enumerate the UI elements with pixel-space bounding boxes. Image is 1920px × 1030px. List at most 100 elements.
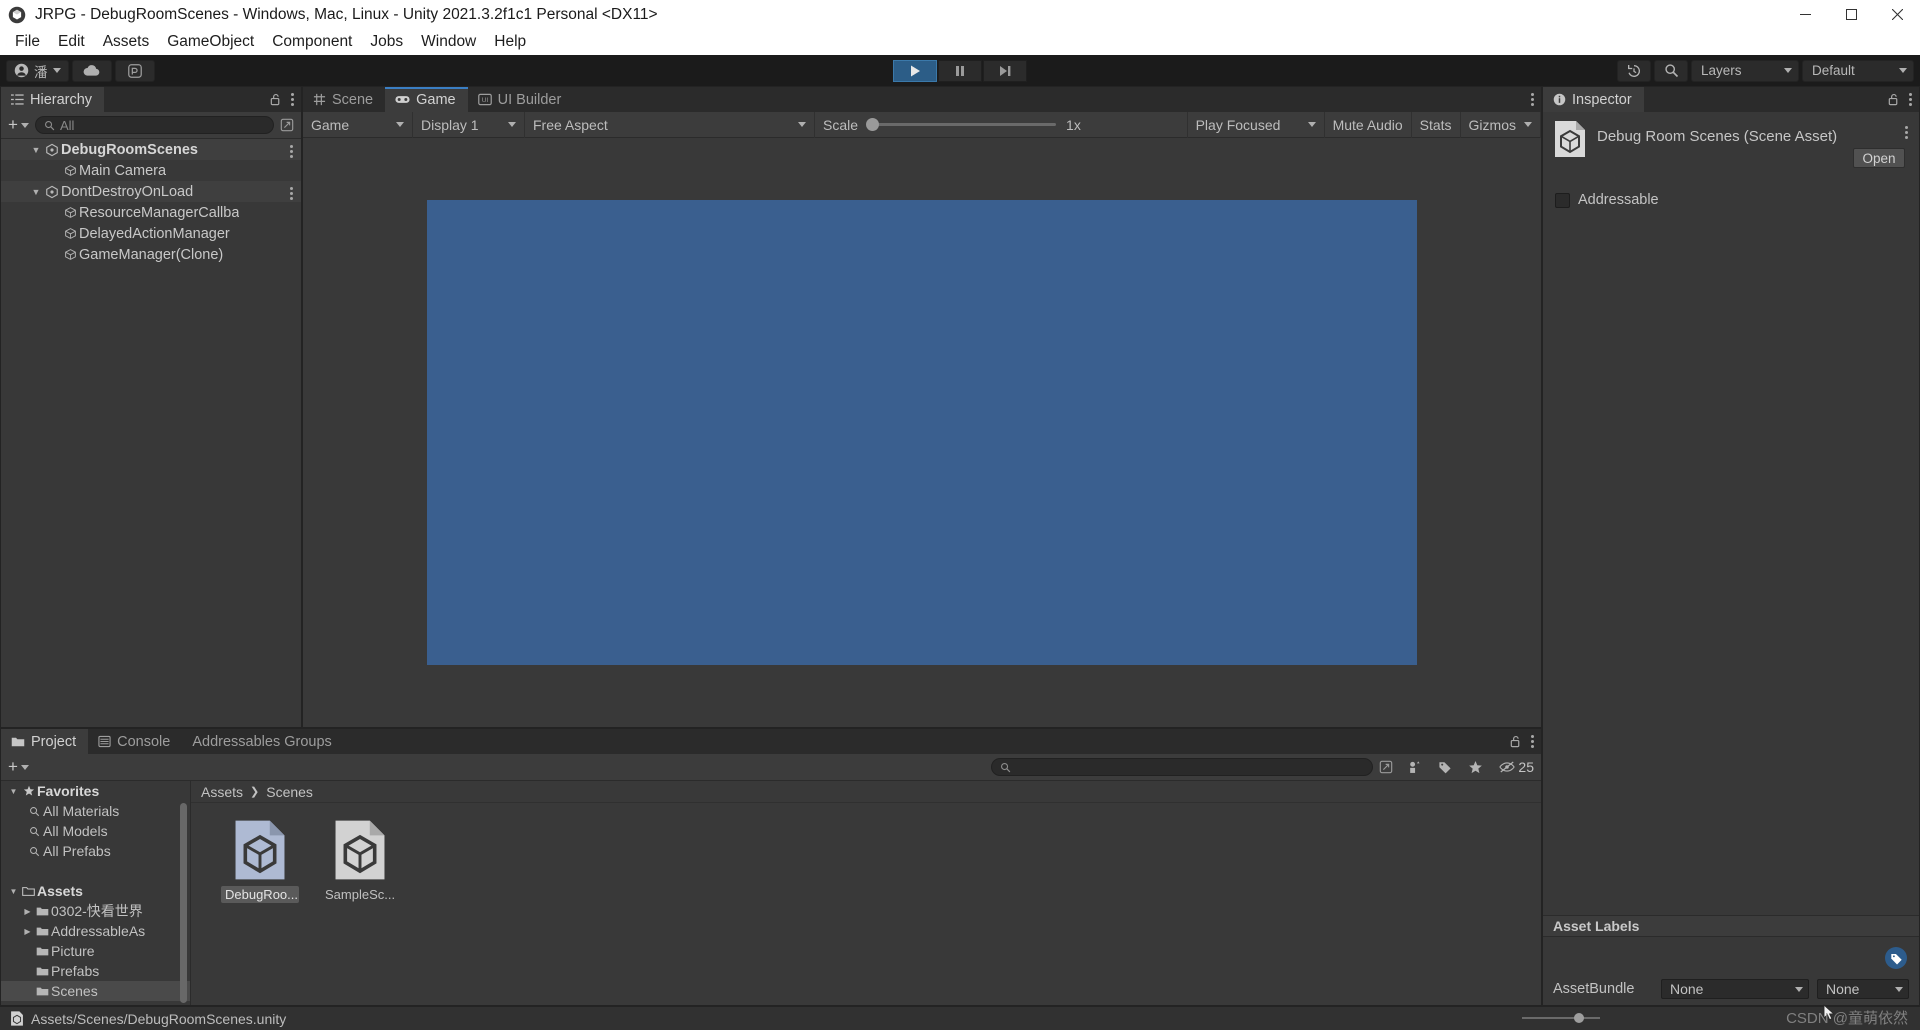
account-button[interactable]: 潘	[6, 59, 69, 82]
kebab-menu-icon[interactable]	[1531, 733, 1535, 750]
breadcrumb-scenes[interactable]: Scenes	[266, 784, 313, 800]
breadcrumb-assets[interactable]: Assets	[201, 784, 243, 800]
tree-item-all-materials[interactable]: All Materials	[1, 801, 190, 821]
hierarchy-row-main-camera[interactable]: Main Camera	[1, 160, 301, 181]
star-icon[interactable]	[1468, 760, 1483, 775]
tab-ui-builder[interactable]: UI UI Builder	[468, 87, 574, 112]
tab-project[interactable]: Project	[1, 729, 89, 754]
collab-button[interactable]	[114, 59, 155, 82]
asset-cell-samplescene[interactable]: SampleSc...	[321, 819, 399, 903]
hierarchy-toolbar: + All	[1, 112, 301, 139]
game-view-canvas[interactable]	[303, 138, 1541, 727]
close-button[interactable]	[1874, 0, 1920, 29]
maximize-button[interactable]	[1828, 0, 1874, 29]
pause-icon	[956, 65, 964, 76]
twisty-expanded-icon[interactable]: ▼	[7, 887, 20, 896]
hierarchy-row-resourcemanagercallback[interactable]: ResourceManagerCallba	[1, 202, 301, 223]
filter-label-icon[interactable]	[1438, 760, 1452, 774]
tab-console[interactable]: Console	[88, 729, 182, 754]
scale-slider-handle[interactable]	[866, 118, 880, 131]
aspect-dropdown[interactable]: Free Aspect	[525, 111, 815, 138]
kebab-menu-icon[interactable]	[1905, 124, 1909, 141]
pause-button[interactable]	[938, 59, 982, 82]
hierarchy-add-button[interactable]: +	[8, 115, 29, 135]
tree-item-picture[interactable]: Picture	[1, 941, 190, 961]
mute-audio-toggle[interactable]: Mute Audio	[1325, 111, 1412, 138]
tree-item-assets[interactable]: ▼ Assets	[1, 881, 190, 901]
tab-hierarchy[interactable]: Hierarchy	[1, 87, 105, 112]
assetbundle-variant-dropdown[interactable]: None	[1817, 979, 1909, 999]
tree-item-all-models[interactable]: All Models	[1, 821, 190, 841]
history-button[interactable]	[1617, 59, 1651, 82]
picker-icon[interactable]	[1379, 760, 1393, 774]
gizmos-dropdown[interactable]: Gizmos	[1461, 111, 1541, 138]
menu-assets[interactable]: Assets	[94, 31, 159, 53]
layers-dropdown[interactable]: Layers	[1691, 59, 1799, 82]
tree-item-0302[interactable]: ▶ 0302-快看世界	[1, 901, 190, 921]
hierarchy-row-delayedactionmanager[interactable]: DelayedActionManager	[1, 223, 301, 244]
menu-window[interactable]: Window	[412, 31, 485, 53]
stats-toggle[interactable]: Stats	[1412, 111, 1461, 138]
zoom-slider-handle[interactable]	[1574, 1013, 1584, 1023]
project-search-input[interactable]	[991, 758, 1374, 776]
tree-item-prefabs[interactable]: Prefabs	[1, 961, 190, 981]
filter-type-icon[interactable]	[1407, 760, 1422, 775]
tab-game[interactable]: Game	[385, 87, 468, 112]
tree-item-favorites[interactable]: ▼ Favorites	[1, 781, 190, 801]
tree-item-addressableassets[interactable]: ▶ AddressableAs	[1, 921, 190, 941]
lock-open-icon[interactable]	[269, 93, 282, 106]
asset-cell-debugroomscenes[interactable]: DebugRoo...	[221, 819, 299, 903]
hidden-assets-counter[interactable]: 25	[1499, 759, 1534, 775]
project-tree-scrollbar[interactable]	[179, 785, 188, 1003]
tree-item-all-prefabs[interactable]: All Prefabs	[1, 841, 190, 861]
kebab-menu-icon[interactable]	[290, 185, 294, 202]
kebab-menu-icon[interactable]	[1531, 91, 1535, 108]
asset-zoom-slider[interactable]	[1522, 1012, 1600, 1024]
layout-dropdown[interactable]: Default	[1802, 59, 1914, 82]
tab-addressables-groups[interactable]: Addressables Groups	[182, 729, 343, 754]
lock-open-icon[interactable]	[1887, 93, 1900, 106]
display-dropdown[interactable]: Display 1	[413, 111, 525, 138]
step-button[interactable]	[983, 59, 1027, 82]
menu-component[interactable]: Component	[263, 31, 361, 53]
lock-open-icon[interactable]	[1509, 735, 1522, 748]
play-button[interactable]	[893, 59, 937, 82]
kebab-menu-icon[interactable]	[291, 91, 295, 108]
scale-slider-group[interactable]: Scale 1x	[815, 112, 1187, 138]
kebab-menu-icon[interactable]	[1909, 91, 1913, 108]
hierarchy-row-gamemanager-clone[interactable]: GameManager(Clone)	[1, 244, 301, 265]
twisty-collapsed-icon[interactable]: ▶	[21, 927, 34, 936]
game-target-dropdown[interactable]: Game	[303, 111, 413, 138]
scrollbar-thumb[interactable]	[180, 803, 187, 1003]
play-mode-dropdown[interactable]: Play Focused	[1186, 111, 1325, 138]
twisty-expanded-icon[interactable]: ▼	[7, 787, 20, 796]
tree-item-script[interactable]: ▼ Script	[1, 1001, 190, 1005]
addressable-checkbox[interactable]	[1555, 192, 1570, 208]
minimize-button[interactable]	[1782, 0, 1828, 29]
picker-icon[interactable]	[280, 118, 294, 132]
menu-gameobject[interactable]: GameObject	[158, 31, 263, 53]
kebab-menu-icon[interactable]	[290, 143, 294, 160]
menu-file[interactable]: File	[6, 31, 49, 53]
tab-scene[interactable]: Scene	[303, 87, 385, 112]
menu-edit[interactable]: Edit	[49, 31, 94, 53]
hierarchy-row-dontdestroyonload[interactable]: ▼ DontDestroyOnLoad	[1, 181, 301, 202]
menu-jobs[interactable]: Jobs	[361, 31, 412, 53]
tree-item-scenes[interactable]: Scenes	[1, 981, 190, 1001]
hierarchy-row-debugroomscenes[interactable]: ▼ DebugRoomScenes	[1, 139, 301, 160]
open-button[interactable]: Open	[1853, 148, 1905, 168]
twisty-expanded-icon[interactable]: ▼	[29, 187, 43, 197]
tab-inspector[interactable]: Inspector	[1543, 87, 1644, 112]
cloud-button[interactable]	[71, 59, 112, 82]
project-add-button[interactable]: +	[8, 757, 29, 777]
scale-slider[interactable]	[866, 118, 1057, 131]
project-tree: ▼ Favorites All Materials All Models All…	[1, 781, 191, 1005]
hierarchy-search-input[interactable]: All	[34, 116, 274, 134]
window-title-bar: JRPG - DebugRoomScenes - Windows, Mac, L…	[0, 0, 1920, 29]
twisty-collapsed-icon[interactable]: ▶	[21, 907, 34, 916]
twisty-expanded-icon[interactable]: ▼	[29, 145, 43, 155]
assetbundle-dropdown[interactable]: None	[1661, 979, 1809, 999]
search-button[interactable]	[1654, 59, 1688, 82]
label-tag-button[interactable]	[1885, 947, 1907, 969]
menu-help[interactable]: Help	[485, 31, 535, 53]
